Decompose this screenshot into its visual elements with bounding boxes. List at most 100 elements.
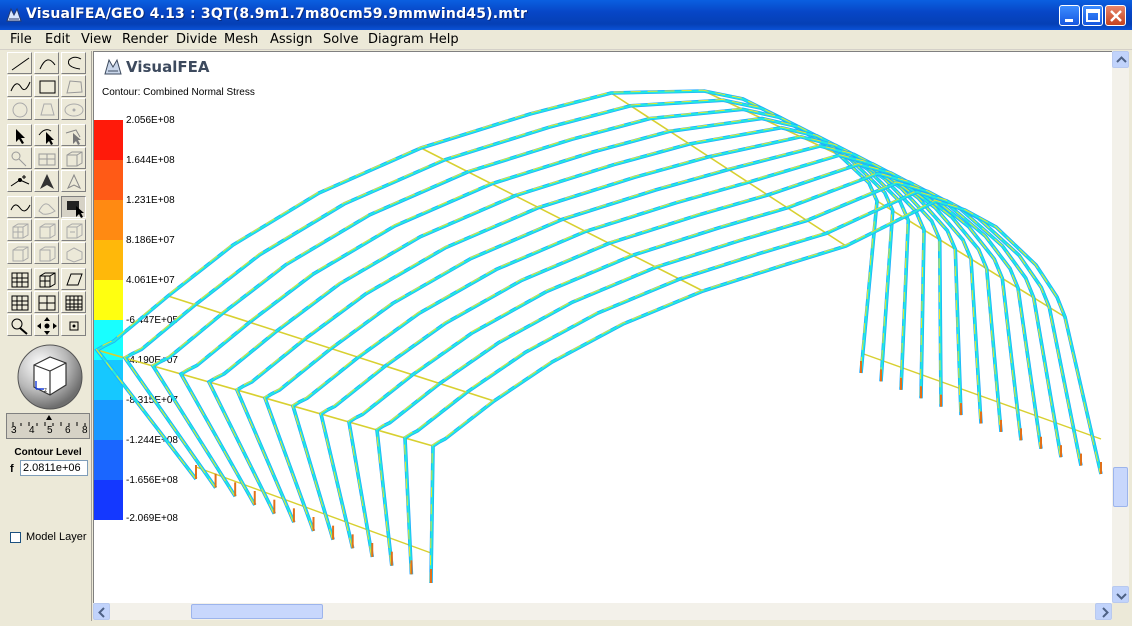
render-mesh-icon [11,295,29,311]
node-pick-icon [11,151,27,167]
scroll-right-button[interactable] [1095,603,1112,620]
fit-tool-button[interactable] [61,314,86,336]
block-pick-tool-button[interactable] [61,147,86,169]
surface-tool-button[interactable] [34,196,59,218]
mesh-block-2-icon [39,223,56,239]
view-orientation-icon[interactable]: z [14,341,86,413]
zoom-tool-button[interactable] [7,314,32,336]
tool-palette: z 3 4 5 6 8 Contour Level f 2.0811e+06 M… [4,51,92,621]
mesh-1-tool-button[interactable] [7,219,32,241]
mesh-block-3-icon [66,223,83,239]
ellipse-tool-button[interactable] [61,98,86,120]
menu-mesh[interactable]: Mesh [224,32,258,47]
mesh-grid-tool-button[interactable] [7,268,32,290]
arch-frame-member [206,125,943,515]
move-pointer-icon [40,174,54,189]
curve-tool-button[interactable] [7,75,32,97]
model-layer-checkbox[interactable] [10,532,21,543]
arch-frame-member [234,134,963,524]
render-1-tool-button[interactable] [7,291,32,313]
minimize-button[interactable] [1059,5,1080,26]
cone-icon [40,103,55,116]
render-mesh-2-icon [38,295,56,311]
contour-level-input[interactable]: 2.0811e+06 [20,460,88,476]
vertical-scrollbar[interactable] [1112,51,1129,603]
line-icon [11,57,30,71]
close-button[interactable] [1105,5,1126,26]
pointer-icon [16,129,25,144]
arch-frame-member [375,181,1061,565]
select-curve-tool-button[interactable] [34,124,59,146]
shape-tool-button[interactable] [34,98,59,120]
vertical-scroll-thumb[interactable] [1113,467,1128,507]
arch-frame-member [207,126,941,514]
menu-assign[interactable]: Assign [270,32,313,47]
menu-file[interactable]: File [10,32,32,47]
polygon-icon [66,80,83,94]
select-face-tool-button[interactable] [61,124,86,146]
ruler-label: 4 [29,425,35,436]
node-move-tool-button[interactable] [7,170,32,192]
menu-render[interactable]: Render [122,32,168,47]
mesh-face-tool-button[interactable] [61,268,86,290]
arch-frame-member [263,144,981,531]
line-tool-button[interactable] [7,52,32,74]
render-2-tool-button[interactable] [34,291,59,313]
mesh-2-tool-button[interactable] [34,219,59,241]
spline-icon [10,204,31,212]
mesh-4-tool-button[interactable] [7,242,32,264]
arrow-up-icon [1116,56,1127,63]
move-tool-button[interactable] [34,170,59,192]
contour-level-ruler[interactable]: 3 4 5 6 8 [6,413,90,439]
circle-tool-button[interactable] [7,98,32,120]
arch-frame-member [263,144,983,532]
menu-solve[interactable]: Solve [323,32,359,47]
rectangle-tool-button[interactable] [34,75,59,97]
arrow-left-icon [98,607,105,618]
mesh-pick-tool-button[interactable] [34,147,59,169]
greenhouse-frame-model [94,89,1103,584]
arch-frame-member [95,89,879,480]
mesh-5-tool-button[interactable] [34,242,59,264]
menu-help[interactable]: Help [429,32,459,47]
mesh-solid-3-icon [66,247,83,263]
arc3-tool-button[interactable] [61,52,86,74]
mesh-grid-icon [11,272,29,288]
mesh-6-tool-button[interactable] [61,242,86,264]
arch-frame-member [94,89,879,481]
region-tool-button[interactable] [61,196,86,218]
spline-tool-button[interactable] [7,196,32,218]
scroll-left-button[interactable] [93,603,110,620]
mesh-3d-tool-button[interactable] [34,268,59,290]
menu-bar: File Edit View Render Divide Mesh Assign… [0,30,1132,50]
scroll-down-button[interactable] [1112,586,1129,603]
node-tool-button[interactable] [7,147,32,169]
menu-view[interactable]: View [81,32,112,47]
menu-divide[interactable]: Divide [176,32,217,47]
mesh-3-tool-button[interactable] [61,219,86,241]
menu-edit[interactable]: Edit [45,32,70,47]
polygon-tool-button[interactable] [61,75,86,97]
arc-three-point-icon [68,56,82,70]
arrow-down-icon [1116,593,1127,600]
pointer-face-icon [65,129,81,145]
arch-frame-member [319,162,1021,548]
pan-icon [37,317,57,335]
pan-tool-button[interactable] [34,314,59,336]
arc-tool-button[interactable] [34,52,59,74]
svg-text:z: z [44,388,47,394]
horizontal-scrollbar[interactable] [93,603,1112,620]
menu-diagram[interactable]: Diagram [368,32,424,47]
ruler-label: 8 [82,425,88,436]
horizontal-scroll-thumb[interactable] [191,604,323,619]
scroll-up-button[interactable] [1112,51,1129,68]
render-3-tool-button[interactable] [61,291,86,313]
arch-frame-member [235,135,963,523]
select-tool-button[interactable] [7,124,32,146]
graphics-viewport[interactable]: VisualFEA Contour: Combined Normal Stres… [93,51,1112,603]
move-face-tool-button[interactable] [61,170,86,192]
move-face-icon [66,173,82,190]
mesh-solid-2-icon [39,246,56,262]
maximize-button[interactable] [1082,5,1103,26]
scrollbar-corner [1112,603,1129,620]
